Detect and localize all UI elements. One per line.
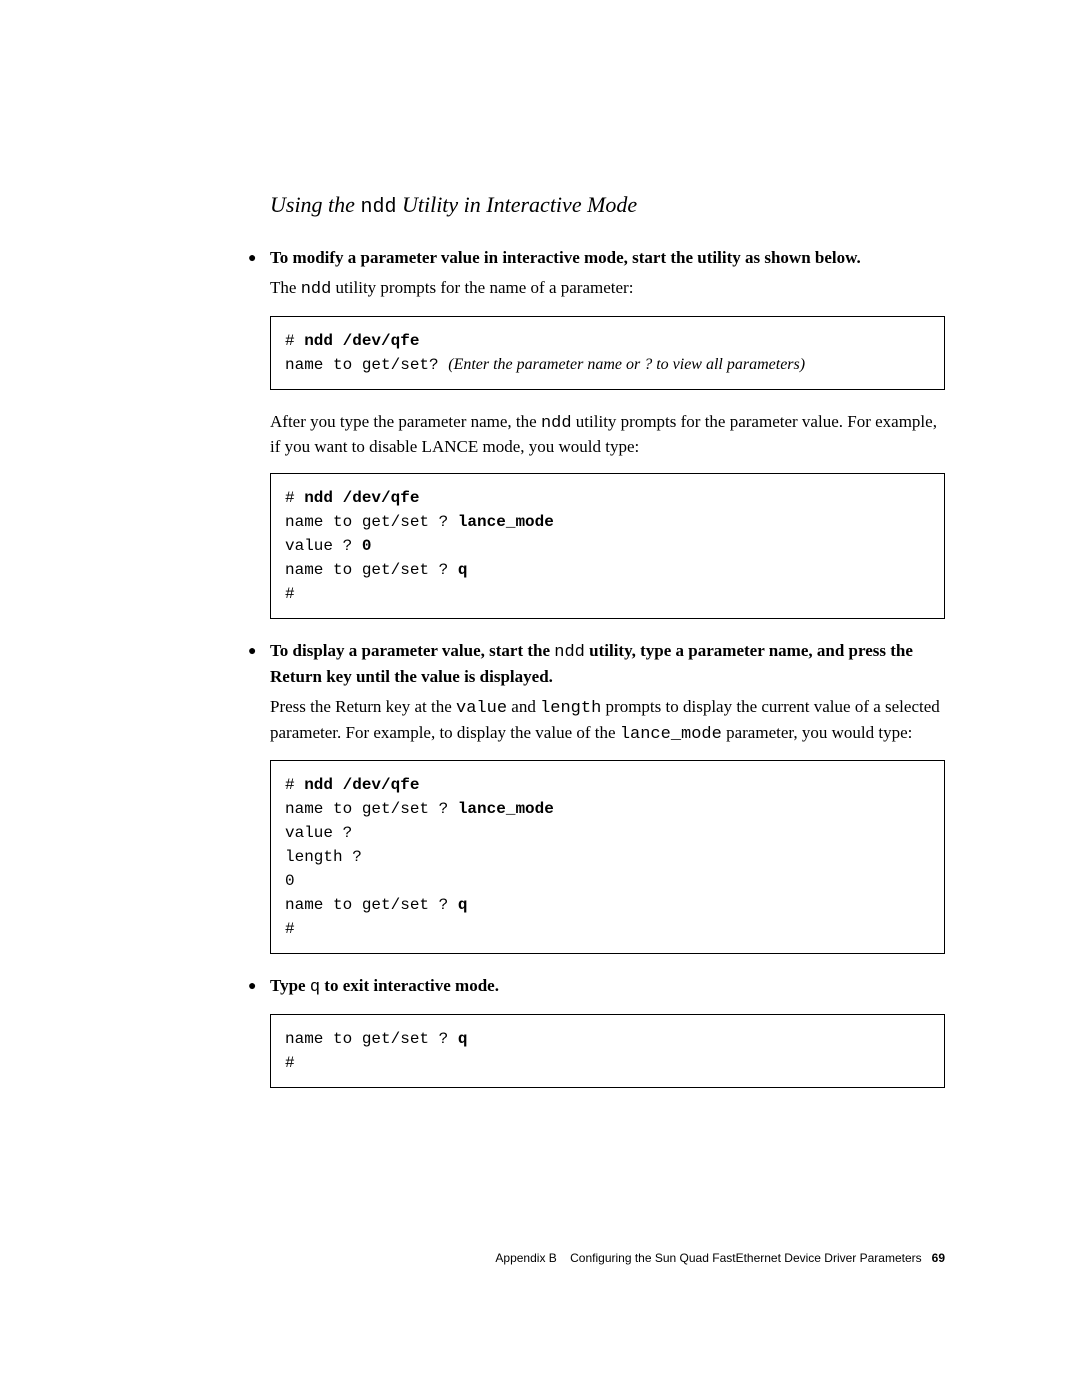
bullet-para-2: After you type the parameter name, the n… <box>270 410 945 460</box>
section-heading: Using the ndd Utility in Interactive Mod… <box>270 190 945 222</box>
heading-pre: Using the <box>270 192 360 217</box>
bullet-lead-3: Type q to exit interactive mode. <box>270 974 945 1000</box>
bullet-para: The ndd utility prompts for the name of … <box>270 276 945 302</box>
bullet-lead: To modify a parameter value in interacti… <box>270 246 945 270</box>
bullet-modify-parameter: To modify a parameter value in interacti… <box>270 246 945 619</box>
bullet-display-parameter: To display a parameter value, start the … <box>270 639 945 954</box>
bullet-exit: Type q to exit interactive mode. name to… <box>270 974 945 1088</box>
code-block-4: name to get/set ? q # <box>270 1014 945 1088</box>
footer-title: Configuring the Sun Quad FastEthernet De… <box>570 1251 922 1265</box>
bullet-lead-2: To display a parameter value, start the … <box>270 639 945 689</box>
heading-post: Utility in Interactive Mode <box>396 192 637 217</box>
page-number: 69 <box>932 1251 945 1265</box>
page-content: Using the ndd Utility in Interactive Mod… <box>0 0 1080 1088</box>
heading-code: ndd <box>360 196 396 219</box>
bullet-para-3: Press the Return key at the value and le… <box>270 695 945 747</box>
page-footer: Appendix B Configuring the Sun Quad Fast… <box>0 1250 945 1267</box>
footer-appendix: Appendix B <box>495 1251 556 1265</box>
code-block-3: # ndd /dev/qfe name to get/set ? lance_m… <box>270 760 945 954</box>
code-block-1: # ndd /dev/qfe name to get/set? (Enter t… <box>270 316 945 390</box>
code-block-2: # ndd /dev/qfe name to get/set ? lance_m… <box>270 473 945 619</box>
